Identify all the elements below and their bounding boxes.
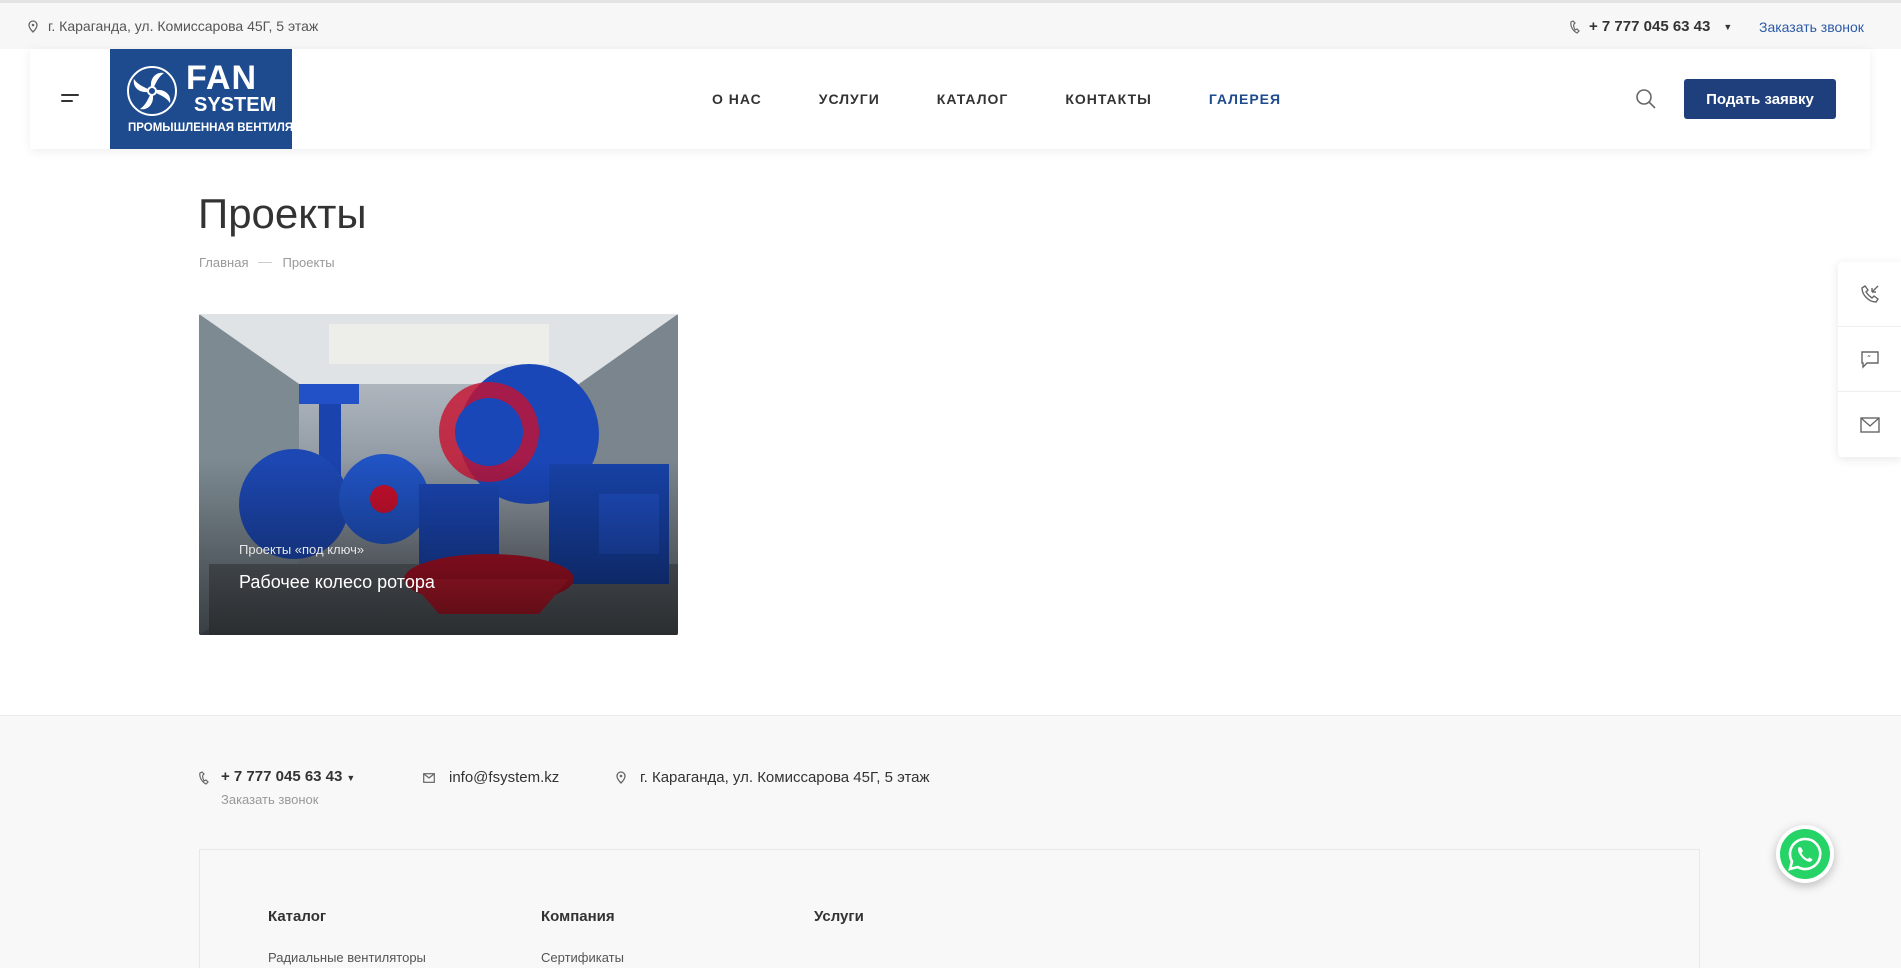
nav-contacts[interactable]: КОНТАКТЫ [1065,91,1151,107]
breadcrumb-home[interactable]: Главная [199,255,248,270]
footer-email: info@fsystem.kz [423,769,559,786]
breadcrumb-current: Проекты [282,255,335,270]
footer-column-title[interactable]: Каталог [268,908,426,925]
location-pin-icon [616,771,626,784]
top-callback-link[interactable]: Заказать звонок [1759,19,1864,35]
footer-address-text: г. Караганда, ул. Комиссарова 45Г, 5 эта… [640,769,930,786]
top-address: г. Караганда, ул. Комиссарова 45Г, 5 эта… [28,18,318,34]
logo-subtitle: ПРОМЫШЛЕННАЯ ВЕНТИЛЯЦИЯ [128,122,319,134]
chevron-down-icon[interactable]: ▼ [1723,22,1732,32]
nav-services[interactable]: УСЛУГИ [819,91,880,107]
footer-callback-link[interactable]: Заказать звонок [221,792,355,807]
breadcrumb-separator [258,262,273,263]
side-callback-button[interactable] [1838,262,1901,327]
nav-catalog[interactable]: КАТАЛОГ [937,91,1009,107]
side-contact-widget: “ [1838,262,1901,457]
submit-request-button[interactable]: Подать заявку [1684,79,1836,119]
logo[interactable]: FAN SYSTEM ПРОМЫШЛЕННАЯ ВЕНТИЛЯЦИЯ [110,49,318,149]
nav-gallery[interactable]: ГАЛЕРЕЯ [1209,91,1281,107]
main-nav: О НАС УСЛУГИ КАТАЛОГ КОНТАКТЫ ГАЛЕРЕЯ [712,91,1281,107]
fan-logo-icon [127,66,177,116]
breadcrumb: Главная Проекты [199,255,335,270]
chevron-down-icon[interactable]: ▼ [346,773,355,783]
footer-column-company: Компания Сертификаты [541,908,624,965]
phone-icon [199,771,209,785]
search-icon[interactable] [1635,88,1657,110]
project-name[interactable]: Рабочее колесо ротора [239,572,435,593]
footer-column-services: Услуги [814,908,864,925]
footer-link[interactable]: Сертификаты [541,950,624,965]
page-title: Проекты [198,190,367,237]
footer-column-title[interactable]: Услуги [814,908,864,925]
location-pin-icon [28,19,38,33]
burger-menu-icon[interactable] [61,94,81,106]
footer-column-title[interactable]: Компания [541,908,624,925]
footer-column-catalog: Каталог Радиальные вентиляторы [268,908,426,965]
logo-text-system: SYSTEM [194,94,277,116]
logo-text-fan: FAN [186,59,257,97]
footer-email-link[interactable]: info@fsystem.kz [449,769,559,786]
side-mail-button[interactable] [1838,392,1901,457]
mail-icon [1859,416,1880,433]
top-phone[interactable]: + 7 777 045 63 43 ▼ [1570,18,1732,35]
footer: + 7 777 045 63 43 ▼ Заказать звонок info@… [0,715,1901,968]
phone-icon [1570,19,1580,34]
svg-text:“: “ [1867,354,1871,363]
mail-icon [423,772,435,783]
footer-phone-block: + 7 777 045 63 43 ▼ Заказать звонок [199,768,355,807]
footer-phone-number[interactable]: + 7 777 045 63 43 [221,768,342,785]
chat-icon: “ [1860,351,1879,369]
top-address-text: г. Караганда, ул. Комиссарова 45Г, 5 эта… [48,18,319,34]
project-category[interactable]: Проекты «под ключ» [239,542,364,557]
side-chat-button[interactable]: “ [1838,327,1901,392]
footer-address: г. Караганда, ул. Комиссарова 45Г, 5 эта… [616,769,930,786]
whatsapp-button[interactable] [1776,825,1834,883]
nav-about[interactable]: О НАС [712,91,762,107]
footer-link[interactable]: Радиальные вентиляторы [268,950,426,965]
footer-links-box: Каталог Радиальные вентиляторы Компания … [199,849,1700,968]
project-card[interactable]: Проекты «под ключ» Рабочее колесо ротора [199,314,678,635]
main-header: FAN SYSTEM ПРОМЫШЛЕННАЯ ВЕНТИЛЯЦИЯ О НАС… [30,49,1870,149]
phone-callback-icon [1860,285,1879,303]
top-phone-number[interactable]: + 7 777 045 63 43 [1589,18,1710,35]
whatsapp-icon [1780,829,1830,879]
top-bar: г. Караганда, ул. Комиссарова 45Г, 5 эта… [0,3,1901,49]
